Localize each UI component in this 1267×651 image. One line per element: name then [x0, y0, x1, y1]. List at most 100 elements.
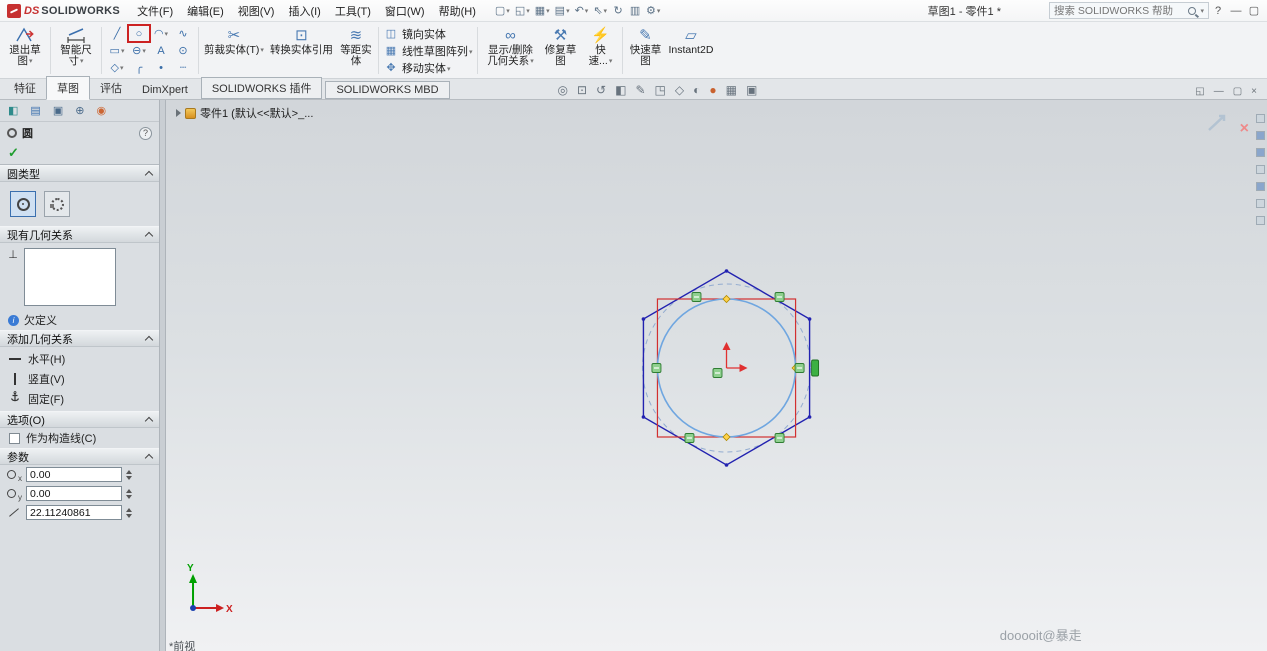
- vertical-relation-button[interactable]: 竖直(V): [0, 369, 159, 389]
- cancel-sketch-icon[interactable]: ×: [1240, 120, 1249, 138]
- menu-file[interactable]: 文件(F): [130, 3, 180, 19]
- convert-entities-button[interactable]: ⊡ 转换实体引用: [267, 23, 336, 78]
- fillet-icon[interactable]: ╭: [128, 59, 150, 76]
- smart-dimension-button[interactable]: 智能尺寸: [53, 23, 99, 78]
- minimize-document-icon[interactable]: —: [1214, 86, 1224, 97]
- display-style-icon[interactable]: ◇: [675, 83, 684, 97]
- close-document-icon[interactable]: ×: [1251, 86, 1257, 97]
- tile-window-icon[interactable]: ◱: [1195, 86, 1204, 97]
- configuration-manager-tab[interactable]: ▣: [53, 104, 63, 117]
- rectangle-icon[interactable]: ▭: [106, 42, 128, 59]
- menu-view[interactable]: 视图(V): [231, 3, 282, 19]
- menu-edit[interactable]: 编辑(E): [180, 3, 231, 19]
- restore-document-icon[interactable]: ▢: [1233, 86, 1242, 97]
- horizontal-relation-button[interactable]: 水平(H): [0, 349, 159, 369]
- arc-icon[interactable]: ◠: [150, 25, 172, 42]
- point-icon[interactable]: •: [150, 59, 172, 76]
- instant2d-button[interactable]: ▱ Instant2D: [665, 23, 716, 78]
- radius-field[interactable]: [26, 505, 122, 520]
- help-icon[interactable]: ?: [139, 126, 152, 140]
- linear-pattern-button[interactable]: ▦ 线性草图阵列: [381, 43, 476, 58]
- minimize-window-icon[interactable]: —: [1227, 5, 1245, 17]
- menu-help[interactable]: 帮助(H): [432, 3, 483, 19]
- repair-sketch-button[interactable]: ⚒ 修复草图: [540, 23, 580, 78]
- undo-icon[interactable]: ↶: [573, 4, 591, 17]
- perimeter-circle-type-button[interactable]: [44, 191, 70, 217]
- task-pane-resources-icon[interactable]: [1256, 114, 1265, 123]
- dimxpert-manager-tab[interactable]: ⊕: [75, 104, 84, 117]
- center-circle-type-button[interactable]: [10, 191, 36, 217]
- feature-tree-tab[interactable]: ◧: [8, 104, 18, 117]
- task-pane-view-palette-icon[interactable]: [1256, 165, 1265, 174]
- search-icon[interactable]: [1188, 6, 1197, 15]
- property-manager-tab[interactable]: ▤: [30, 104, 40, 117]
- menu-insert[interactable]: 插入(I): [281, 3, 327, 19]
- move-entities-button[interactable]: ✥ 移动实体: [381, 60, 476, 75]
- section-options[interactable]: 选项(O): [0, 411, 159, 428]
- tab-solidworks-mbd[interactable]: SOLIDWORKS MBD: [325, 81, 450, 99]
- section-existing-relations[interactable]: 现有几何关系: [0, 226, 159, 243]
- view-settings-icon[interactable]: ▣: [746, 83, 757, 97]
- menu-tools[interactable]: 工具(T): [328, 3, 378, 19]
- save-icon[interactable]: ▦: [533, 4, 552, 17]
- slot-icon[interactable]: ⊖: [128, 42, 150, 59]
- center-y-field[interactable]: [26, 486, 122, 501]
- tab-evaluate[interactable]: 评估: [90, 77, 132, 99]
- tab-solidworks-addins[interactable]: SOLIDWORKS 插件: [200, 77, 323, 99]
- trim-entities-button[interactable]: ✂ 剪裁实体(T): [201, 23, 267, 78]
- construction-checkbox[interactable]: [9, 432, 20, 444]
- section-add-relations[interactable]: 添加几何关系: [0, 330, 159, 347]
- new-document-icon[interactable]: ▢: [493, 4, 512, 17]
- tab-sketch[interactable]: 草图: [46, 76, 90, 100]
- mirror-entities-button[interactable]: ◫ 镜向实体: [381, 26, 476, 41]
- text-icon[interactable]: A: [150, 42, 172, 59]
- ok-button[interactable]: ✓: [8, 145, 19, 161]
- options-icon[interactable]: ⚙: [644, 4, 662, 17]
- display-manager-tab[interactable]: ◉: [96, 104, 106, 117]
- sketch-canvas[interactable]: Y X *前视 dooooit@暴走: [166, 100, 1267, 651]
- spinner-arrows[interactable]: [126, 507, 132, 518]
- accept-sketch-icon[interactable]: [1205, 110, 1229, 134]
- previous-view-icon[interactable]: ↺: [596, 83, 606, 97]
- spline-icon[interactable]: ∿: [172, 25, 194, 42]
- graphics-area[interactable]: 零件1 (默认<<默认>_... Y X *前视 dooooit@暴走 ×: [166, 100, 1267, 651]
- task-pane-forum-icon[interactable]: [1256, 216, 1265, 225]
- zoom-area-icon[interactable]: ⊡: [577, 83, 587, 97]
- hide-show-items-icon[interactable]: ◐: [693, 83, 700, 97]
- search-caret-icon[interactable]: [1199, 5, 1204, 17]
- sketch-assist-icon[interactable]: ✎: [635, 83, 645, 97]
- task-pane-library-icon[interactable]: [1256, 131, 1265, 140]
- apply-scene-icon[interactable]: ▦: [726, 83, 737, 97]
- construction-line-icon[interactable]: ┄: [172, 59, 194, 76]
- task-pane-custom-props-icon[interactable]: [1256, 199, 1265, 208]
- origin-marker[interactable]: [722, 342, 748, 372]
- display-relations-button[interactable]: ∞ 显示/删除几何关系: [480, 23, 540, 78]
- section-circle-type[interactable]: 圆类型: [0, 165, 159, 182]
- spinner-arrows[interactable]: [126, 469, 132, 480]
- ellipse-icon[interactable]: ⊙: [172, 42, 194, 59]
- offset-entities-button[interactable]: ≋ 等距实体: [336, 23, 376, 78]
- tab-dimxpert[interactable]: DimXpert: [132, 81, 198, 99]
- rebuild-icon[interactable]: ↻: [610, 4, 626, 17]
- menu-window[interactable]: 窗口(W): [378, 3, 432, 19]
- tab-features[interactable]: 特征: [4, 77, 46, 99]
- file-properties-icon[interactable]: ▥: [627, 4, 643, 17]
- circle-tool-icon[interactable]: ○: [127, 24, 151, 43]
- select-icon[interactable]: ⇖: [591, 4, 609, 17]
- polygon-icon[interactable]: ◇: [106, 59, 128, 76]
- exit-sketch-button[interactable]: 退出草图: [2, 23, 48, 78]
- section-view-icon[interactable]: ◧: [615, 83, 626, 97]
- maximize-window-icon[interactable]: ▢: [1245, 4, 1263, 17]
- relations-listbox[interactable]: [24, 248, 116, 306]
- section-parameters[interactable]: 参数: [0, 448, 159, 465]
- open-icon[interactable]: ◱: [513, 4, 532, 17]
- edit-appearance-icon[interactable]: ●: [709, 83, 716, 97]
- search-input[interactable]: [1054, 4, 1186, 17]
- quick-snaps-button[interactable]: ⚡ 快速...: [580, 23, 620, 78]
- fix-relation-button[interactable]: 固定(F): [0, 389, 159, 409]
- task-pane-appearances-icon[interactable]: [1256, 182, 1265, 191]
- help-search-box[interactable]: [1049, 2, 1209, 19]
- rapid-sketch-button[interactable]: ✎ 快速草图: [625, 23, 665, 78]
- task-pane-explorer-icon[interactable]: [1256, 148, 1265, 157]
- spinner-arrows[interactable]: [126, 488, 132, 499]
